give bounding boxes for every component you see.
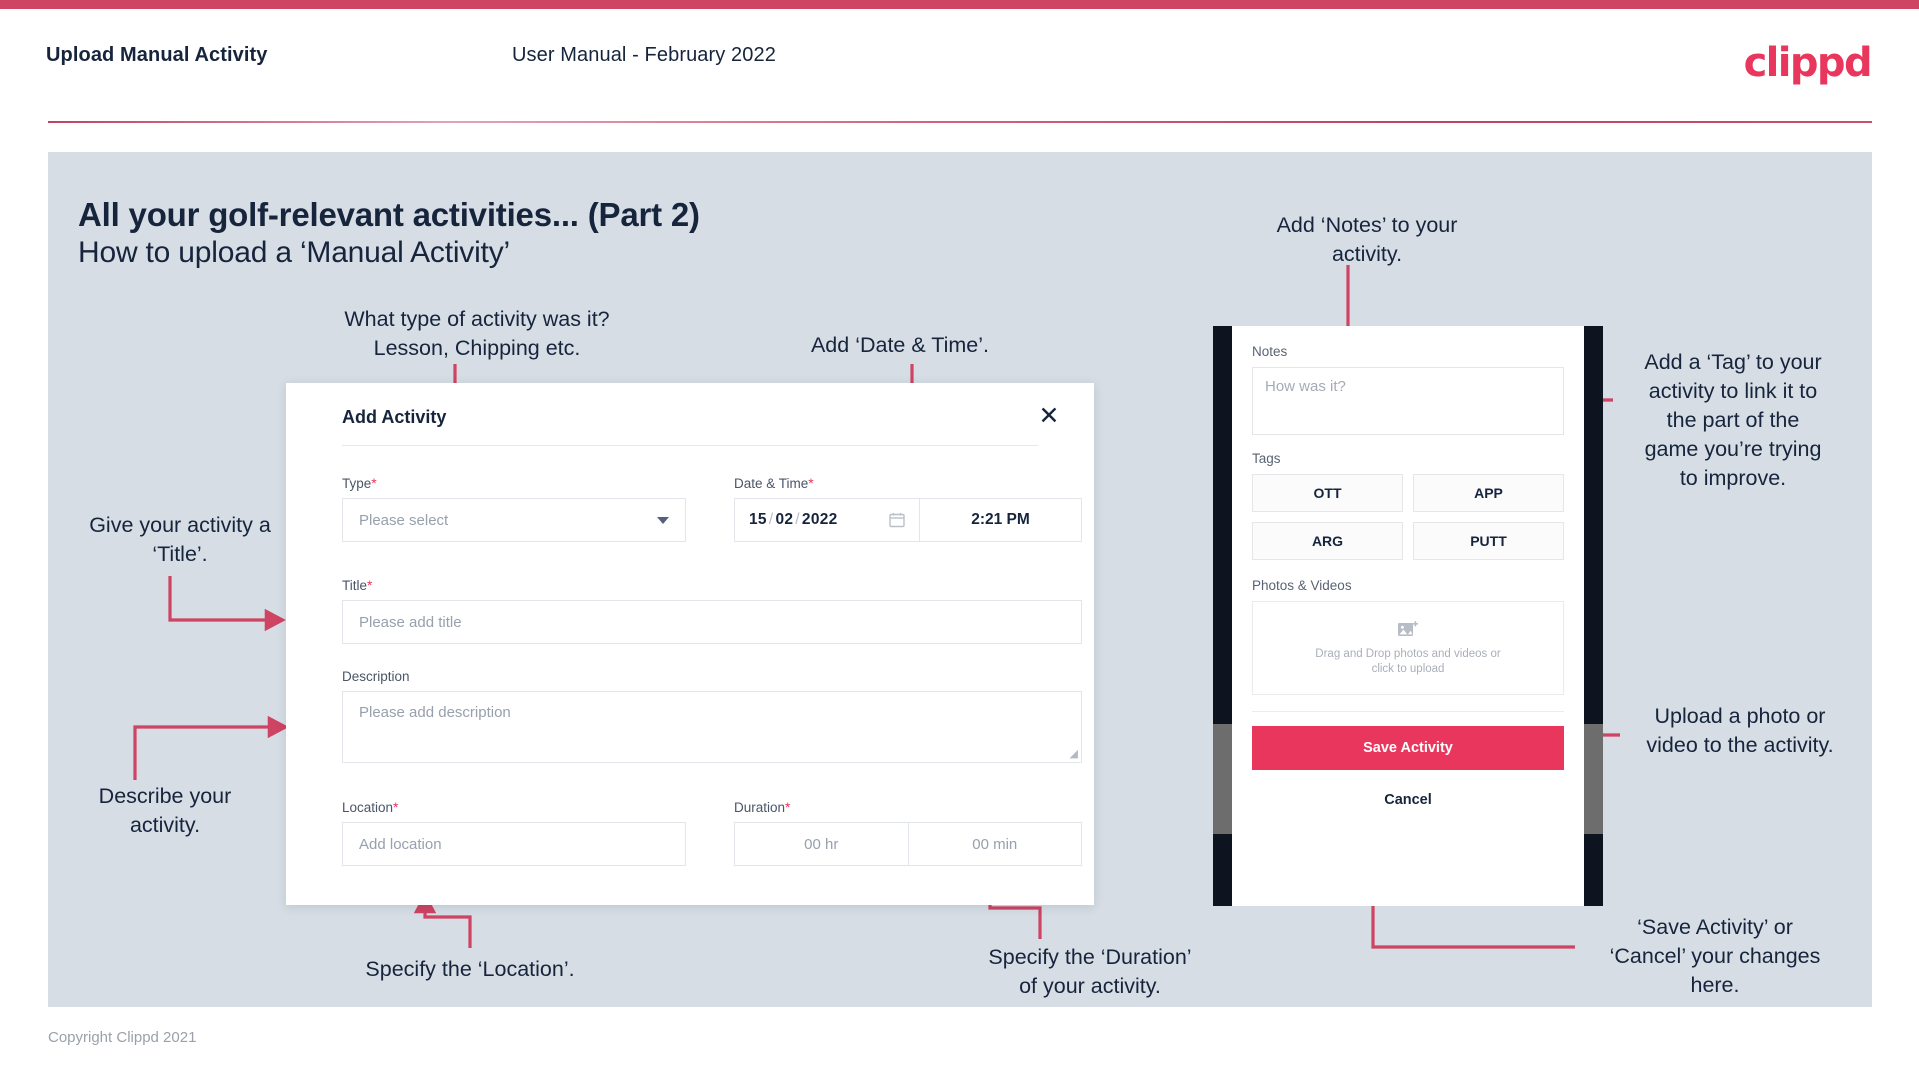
calendar-icon[interactable] — [889, 512, 905, 528]
dialog-header-divider — [342, 445, 1038, 446]
field-description: Description Please add description ◢ — [342, 669, 1082, 763]
type-select-value: Please select — [359, 511, 449, 529]
dialog-title: Add Activity — [342, 407, 447, 427]
cancel-button[interactable]: Cancel — [1252, 792, 1564, 808]
field-type-label-text: Type — [342, 476, 372, 491]
duration-hours-input[interactable]: 00 hr — [734, 822, 909, 866]
photo-upload-dropzone[interactable]: Drag and Drop photos and videos or click… — [1252, 601, 1564, 695]
title-input-placeholder: Please add title — [359, 613, 462, 631]
phone-frame-right — [1584, 326, 1603, 906]
field-duration: Duration* 00 hr 00 min — [734, 799, 1082, 866]
field-duration-label-text: Duration — [734, 800, 786, 815]
page-title: Upload Manual Activity — [46, 44, 268, 66]
phone-frame-left-accent — [1213, 724, 1232, 834]
phone-screen: Notes How was it? Tags OTT APP ARG PUTT … — [1232, 326, 1584, 906]
field-description-label: Description — [342, 669, 410, 684]
field-title-label: Title* — [342, 577, 1082, 593]
tags-label: Tags — [1252, 451, 1281, 466]
clippd-logo: clippd — [1743, 40, 1873, 86]
tag-button-ott[interactable]: OTT — [1252, 474, 1403, 512]
duration-controls: 00 hr 00 min — [734, 822, 1082, 866]
callout-photos: Upload a photo or video to the activity. — [1646, 704, 1834, 757]
field-duration-label: Duration* — [734, 799, 1082, 815]
callout-save-cancel: ‘Save Activity’ or ‘Cancel’ your changes h… — [1609, 915, 1821, 997]
date-year: 2022 — [801, 511, 838, 528]
field-type-required: * — [371, 475, 377, 491]
close-icon[interactable]: ✕ — [1034, 401, 1064, 431]
dropzone-text: Drag and Drop photos and videos or click… — [1315, 647, 1500, 677]
top-accent-bar — [0, 0, 1919, 9]
dialog-header: Add Activity ✕ — [286, 383, 1094, 445]
notes-label: Notes — [1252, 344, 1288, 359]
field-location-label: Location* — [342, 799, 686, 815]
callout-notes: Add ‘Notes’ to your activity. — [1276, 213, 1458, 266]
save-activity-button[interactable]: Save Activity — [1252, 726, 1564, 770]
callout-duration: Specify the ‘Duration’ of your activity. — [988, 945, 1192, 998]
notes-textarea[interactable]: How was it? — [1252, 367, 1564, 435]
slide-subheading: How to upload a ‘Manual Activity’ — [78, 236, 510, 269]
date-input[interactable]: 15/02/2022 — [734, 498, 920, 542]
field-datetime-required: * — [808, 475, 814, 491]
callout-datetime: Add ‘Date & Time’. — [810, 333, 990, 357]
field-datetime-label: Date & Time* — [734, 475, 1082, 491]
tag-button-arg[interactable]: ARG — [1252, 522, 1403, 560]
field-title: Title* Please add title — [342, 577, 1082, 644]
callout-tags: Add a ‘Tag’ to your activity to link it t… — [1644, 350, 1822, 490]
phone-mockup: Notes How was it? Tags OTT APP ARG PUTT … — [1213, 326, 1603, 906]
slide-page: Upload Manual Activity User Manual - Feb… — [0, 0, 1919, 1079]
add-image-icon — [1398, 620, 1418, 636]
location-input-placeholder: Add location — [359, 835, 442, 853]
description-textarea[interactable]: Please add description ◢ — [342, 691, 1082, 763]
date-day: 15 — [749, 511, 767, 528]
notes-placeholder: How was it? — [1265, 378, 1346, 395]
field-title-required: * — [367, 577, 373, 593]
callout-type: What type of activity was it? Lesson, Chi… — [344, 307, 610, 360]
field-location-required: * — [393, 799, 399, 815]
date-value: 15/02/2022 — [749, 511, 838, 529]
phone-frame-left — [1213, 326, 1232, 906]
slide-heading: All your golf-relevant activities... (Pa… — [78, 196, 700, 233]
datetime-controls: 15/02/2022 2:21 PM — [734, 498, 1082, 542]
field-location: Location* Add location — [342, 799, 686, 866]
add-activity-dialog: Add Activity ✕ Type* Please select Date … — [286, 383, 1094, 905]
callout-location: Specify the ‘Location’. — [365, 957, 575, 981]
location-input[interactable]: Add location — [342, 822, 686, 866]
field-location-label-text: Location — [342, 800, 394, 815]
dropzone-line-2: click to upload — [1371, 662, 1445, 675]
description-placeholder: Please add description — [359, 704, 511, 721]
tag-button-app[interactable]: APP — [1413, 474, 1564, 512]
type-select[interactable]: Please select — [342, 498, 686, 542]
callout-title: Give your activity a ‘Title’. — [89, 513, 271, 566]
photos-videos-label: Photos & Videos — [1252, 578, 1352, 593]
time-input[interactable]: 2:21 PM — [920, 498, 1082, 542]
duration-minutes-input[interactable]: 00 min — [908, 822, 1082, 866]
title-input[interactable]: Please add title — [342, 600, 1082, 644]
tag-button-putt[interactable]: PUTT — [1413, 522, 1564, 560]
field-duration-required: * — [785, 799, 791, 815]
field-type-label: Type* — [342, 475, 686, 491]
document-subtitle: User Manual - February 2022 — [512, 44, 776, 66]
field-datetime-label-text: Date & Time — [734, 476, 809, 491]
field-title-label-text: Title — [342, 578, 368, 593]
field-datetime: Date & Time* 15/02/2022 2:21 PM — [734, 475, 1082, 542]
date-month: 02 — [775, 511, 794, 528]
resize-handle-icon[interactable]: ◢ — [1070, 749, 1078, 760]
phone-frame-right-accent — [1584, 724, 1603, 834]
field-type: Type* Please select — [342, 475, 686, 542]
header-divider — [48, 121, 1872, 123]
callout-description: Describe your activity. — [98, 784, 232, 837]
dropzone-line-1: Drag and Drop photos and videos or — [1315, 647, 1501, 660]
copyright-text: Copyright Clippd 2021 — [48, 1029, 197, 1046]
phone-divider — [1252, 711, 1564, 712]
tags-grid: OTT APP ARG PUTT — [1252, 474, 1564, 560]
date-sep-2: / — [795, 511, 800, 528]
chevron-down-icon — [657, 516, 669, 524]
